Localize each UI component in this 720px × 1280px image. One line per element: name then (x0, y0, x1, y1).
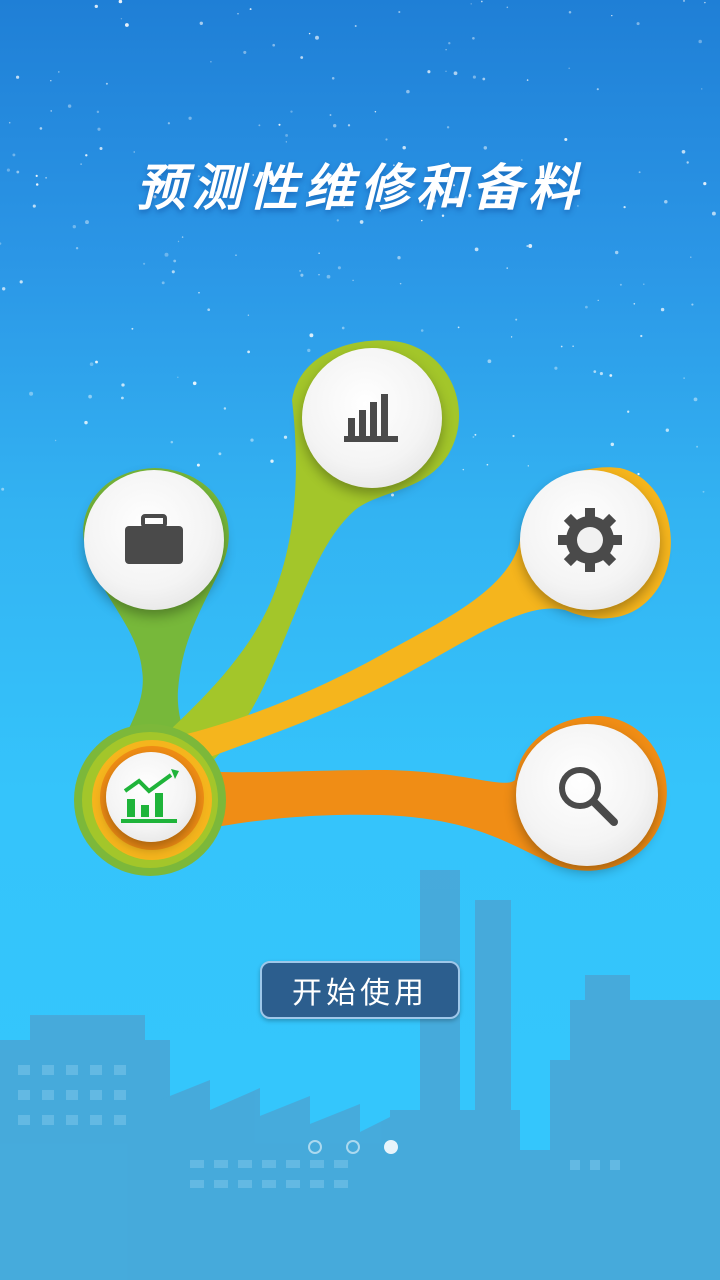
page-indicator (308, 1140, 398, 1160)
splash-screen: 预测性维修和备料 开始使用 (0, 0, 720, 1280)
start-button[interactable]: 开始使用 (260, 961, 460, 1019)
page-dot-1[interactable] (308, 1140, 322, 1154)
bar-chart-icon (344, 394, 398, 442)
search-button[interactable] (516, 724, 658, 866)
factory-silhouette (0, 870, 720, 1280)
hub-button[interactable] (106, 752, 196, 842)
bar-chart-button[interactable] (302, 348, 442, 488)
settings-button[interactable] (520, 470, 660, 610)
page-dot-2[interactable] (346, 1140, 360, 1154)
growth-chart-icon (121, 769, 179, 823)
gear-icon (558, 508, 622, 572)
search-icon (559, 767, 618, 826)
page-dot-3[interactable] (384, 1140, 398, 1154)
briefcase-button[interactable] (84, 470, 224, 610)
briefcase-icon (125, 514, 183, 564)
page-title: 预测性维修和备料 (136, 159, 584, 217)
